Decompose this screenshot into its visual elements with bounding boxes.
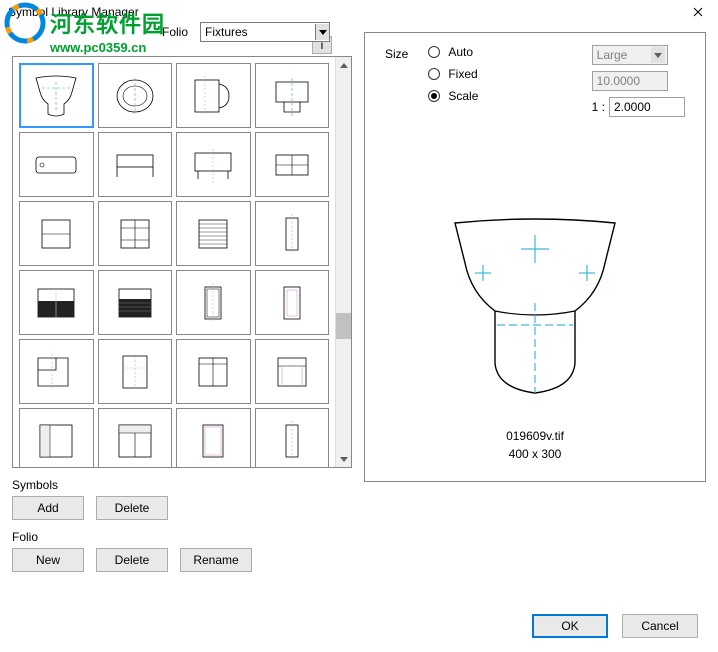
chevron-down-icon — [651, 47, 665, 63]
radio-fixed[interactable]: Fixed — [428, 67, 478, 81]
titlebar: Symbol Library Manager — [0, 0, 718, 24]
radio-icon — [428, 68, 440, 80]
preview-canvas — [385, 173, 685, 433]
symbol-thumb[interactable] — [98, 132, 173, 197]
folio-dropdown-value: Fixtures — [205, 25, 248, 39]
scroll-thumb[interactable] — [336, 313, 351, 339]
symbol-thumb[interactable] — [98, 63, 173, 128]
rename-button[interactable]: Rename — [180, 548, 252, 572]
symbol-thumb[interactable] — [255, 408, 330, 467]
symbol-thumb[interactable] — [255, 339, 330, 404]
scroll-up-icon[interactable] — [336, 57, 351, 73]
cancel-button[interactable]: Cancel — [622, 614, 698, 638]
radio-scale[interactable]: Scale — [428, 89, 478, 103]
preview-panel: Size Auto Fixed Scale — [364, 32, 706, 482]
symbol-thumb[interactable] — [98, 201, 173, 266]
scale-input[interactable]: 2.0000 — [609, 97, 685, 117]
scale-prefix: 1 : — [592, 100, 605, 114]
symbol-thumb[interactable] — [19, 201, 94, 266]
size-dropdown-value: Large — [597, 48, 628, 62]
preview-dimensions: 400 x 300 — [365, 445, 705, 463]
symbol-thumb[interactable] — [98, 270, 173, 335]
symbol-thumb[interactable] — [19, 63, 94, 128]
symbol-thumb[interactable] — [176, 270, 251, 335]
thumbnail-panel — [12, 56, 352, 468]
radio-auto-label: Auto — [448, 45, 473, 59]
symbol-thumb[interactable] — [176, 132, 251, 197]
folio-dropdown[interactable]: Fixtures — [200, 22, 330, 42]
scroll-down-icon[interactable] — [336, 451, 351, 467]
symbol-thumb[interactable] — [176, 201, 251, 266]
add-button[interactable]: Add — [12, 496, 84, 520]
symbol-thumb[interactable] — [19, 339, 94, 404]
size-label: Size — [385, 45, 408, 61]
radio-fixed-label: Fixed — [448, 67, 477, 81]
preview-filename: 019609v.tif — [365, 427, 705, 445]
radio-icon — [428, 46, 440, 58]
size-dropdown: Large — [592, 45, 668, 65]
symbol-thumb[interactable] — [176, 339, 251, 404]
delete-symbol-button[interactable]: Delete — [96, 496, 168, 520]
radio-icon — [428, 90, 440, 102]
radio-auto[interactable]: Auto — [428, 45, 478, 59]
thumbnail-grid — [13, 57, 335, 467]
symbol-thumb[interactable] — [255, 270, 330, 335]
chevron-down-icon — [315, 24, 329, 40]
delete-folio-button[interactable]: Delete — [96, 548, 168, 572]
symbol-thumb[interactable] — [98, 408, 173, 467]
symbol-thumb[interactable] — [19, 132, 94, 197]
new-button[interactable]: New — [12, 548, 84, 572]
symbol-thumb[interactable] — [176, 63, 251, 128]
folio-section-label: Folio — [12, 530, 352, 544]
symbol-thumb[interactable] — [255, 63, 330, 128]
fixed-input: 10.0000 — [592, 71, 668, 91]
symbol-thumb[interactable] — [98, 339, 173, 404]
symbol-thumb[interactable] — [19, 408, 94, 467]
window-title: Symbol Library Manager — [8, 5, 139, 19]
symbol-thumb[interactable] — [19, 270, 94, 335]
close-button[interactable] — [686, 2, 710, 22]
symbol-thumb[interactable] — [255, 132, 330, 197]
radio-scale-label: Scale — [448, 89, 478, 103]
ok-button[interactable]: OK — [532, 614, 608, 638]
scrollbar[interactable] — [335, 57, 351, 467]
folio-label: Folio — [162, 25, 188, 39]
scroll-track[interactable] — [336, 73, 351, 451]
symbol-thumb[interactable] — [176, 408, 251, 467]
symbol-thumb[interactable] — [255, 201, 330, 266]
symbols-section-label: Symbols — [12, 478, 352, 492]
